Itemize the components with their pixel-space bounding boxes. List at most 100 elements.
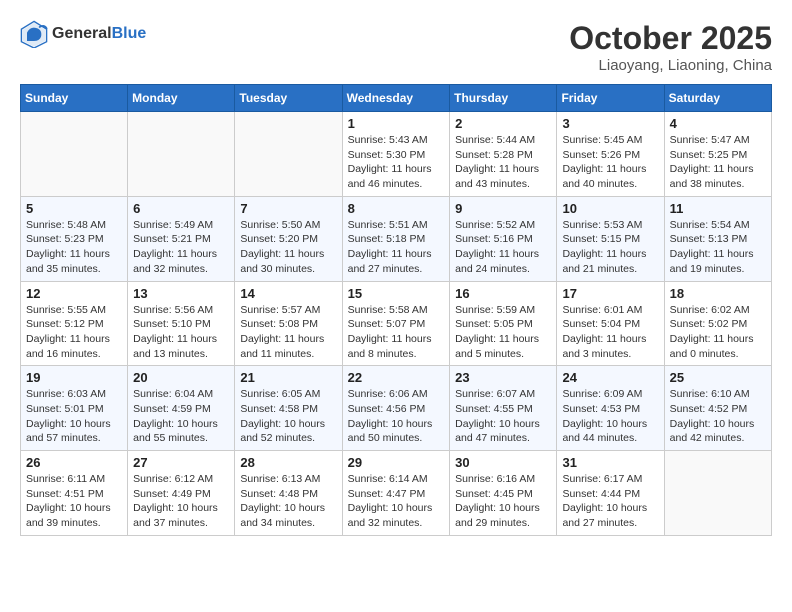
calendar-cell: 14Sunrise: 5:57 AM Sunset: 5:08 PM Dayli… [235,281,342,366]
day-info: Sunrise: 6:02 AM Sunset: 5:02 PM Dayligh… [670,303,766,362]
calendar-cell: 19 Sunrise: 6:03 AM Sunset: 5:01 PM Dayli… [21,366,128,451]
logo-icon [20,20,48,48]
day-info: Sunrise: 6:04 AM Sunset: 4:59 PM Dayligh… [133,387,229,446]
logo: GeneralBlue [20,20,146,48]
day-info: Sunrise: 5:44 AM Sunset: 5:28 PM Dayligh… [455,133,551,192]
day-number: 22 [348,370,445,385]
calendar-cell: 13 Sunrise: 5:56 AM Sunset: 5:10 PM Dayli… [128,281,235,366]
calendar-cell: 22 Sunrise: 6:06 AM Sunset: 4:56 PM Dayli… [342,366,450,451]
day-number: 5 [26,201,122,216]
calendar-cell: 16 Sunrise: 5:59 AM Sunset: 5:05 PM Dayli… [450,281,557,366]
day-info: Sunrise: 5:50 AM Sunset: 5:20 PM Dayligh… [240,218,336,277]
calendar-cell: 30 Sunrise: 6:16 AM Sunset: 4:45 PM Dayli… [450,451,557,536]
day-number: 21 [240,370,336,385]
calendar-cell: 18 Sunrise: 6:02 AM Sunset: 5:02 PM Dayli… [664,281,771,366]
day-info: Sunrise: 5:54 AM Sunset: 5:13 PM Dayligh… [670,218,766,277]
month-title: October 2025 [569,20,772,57]
calendar-cell: 23Sunrise: 6:07 AM Sunset: 4:55 PM Dayli… [450,366,557,451]
calendar-cell: 25 Sunrise: 6:10 AM Sunset: 4:52 PM Dayli… [664,366,771,451]
day-info: Sunrise: 5:45 AM Sunset: 5:26 PM Dayligh… [562,133,658,192]
day-number: 17 [562,286,658,301]
day-of-week-header: Saturday [664,85,771,112]
day-info: Sunrise: 6:03 AM Sunset: 5:01 PM Dayligh… [26,387,122,446]
day-number: 11 [670,201,766,216]
location: Liaoyang, Liaoning, China [569,57,772,74]
day-number: 13 [133,286,229,301]
calendar-header-row: SundayMondayTuesdayWednesdayThursdayFrid… [21,85,772,112]
day-number: 18 [670,286,766,301]
day-number: 2 [455,116,551,131]
logo-text: GeneralBlue [52,25,146,43]
calendar-cell: 17 Sunrise: 6:01 AM Sunset: 5:04 PM Dayli… [557,281,664,366]
day-number: 15 [348,286,445,301]
day-info: Sunrise: 6:17 AM Sunset: 4:44 PM Dayligh… [562,472,658,531]
day-info: Sunrise: 6:11 AM Sunset: 4:51 PM Dayligh… [26,472,122,531]
day-of-week-header: Monday [128,85,235,112]
day-info: Sunrise: 5:47 AM Sunset: 5:25 PM Dayligh… [670,133,766,192]
day-number: 19 [26,370,122,385]
calendar-cell [21,112,128,197]
day-number: 25 [670,370,766,385]
day-info: Sunrise: 5:55 AM Sunset: 5:12 PM Dayligh… [26,303,122,362]
day-number: 24 [562,370,658,385]
day-info: Sunrise: 6:13 AM Sunset: 4:48 PM Dayligh… [240,472,336,531]
calendar-cell: 8 Sunrise: 5:51 AM Sunset: 5:18 PM Daylig… [342,196,450,281]
calendar-cell: 9 Sunrise: 5:52 AM Sunset: 5:16 PM Daylig… [450,196,557,281]
calendar-cell: 1 Sunrise: 5:43 AM Sunset: 5:30 PM Daylig… [342,112,450,197]
day-number: 27 [133,455,229,470]
day-number: 8 [348,201,445,216]
day-of-week-header: Tuesday [235,85,342,112]
day-info: Sunrise: 6:12 AM Sunset: 4:49 PM Dayligh… [133,472,229,531]
day-of-week-header: Wednesday [342,85,450,112]
day-info: Sunrise: 5:59 AM Sunset: 5:05 PM Dayligh… [455,303,551,362]
day-info: Sunrise: 5:49 AM Sunset: 5:21 PM Dayligh… [133,218,229,277]
day-number: 6 [133,201,229,216]
day-info: Sunrise: 6:06 AM Sunset: 4:56 PM Dayligh… [348,387,445,446]
day-number: 14 [240,286,336,301]
calendar-cell: 6 Sunrise: 5:49 AM Sunset: 5:21 PM Daylig… [128,196,235,281]
calendar-cell: 12 Sunrise: 5:55 AM Sunset: 5:12 PM Dayli… [21,281,128,366]
calendar-cell: 29 Sunrise: 6:14 AM Sunset: 4:47 PM Dayli… [342,451,450,536]
calendar-cell: 10 Sunrise: 5:53 AM Sunset: 5:15 PM Dayli… [557,196,664,281]
day-of-week-header: Friday [557,85,664,112]
day-info: Sunrise: 5:53 AM Sunset: 5:15 PM Dayligh… [562,218,658,277]
calendar-week-row: 26 Sunrise: 6:11 AM Sunset: 4:51 PM Dayli… [21,451,772,536]
day-number: 1 [348,116,445,131]
day-number: 23 [455,370,551,385]
day-number: 7 [240,201,336,216]
day-info: Sunrise: 5:43 AM Sunset: 5:30 PM Dayligh… [348,133,445,192]
calendar-cell: 20Sunrise: 6:04 AM Sunset: 4:59 PM Dayli… [128,366,235,451]
calendar-cell: 7 Sunrise: 5:50 AM Sunset: 5:20 PM Daylig… [235,196,342,281]
title-block: October 2025 Liaoyang, Liaoning, China [569,20,772,74]
day-number: 31 [562,455,658,470]
calendar-cell: 26 Sunrise: 6:11 AM Sunset: 4:51 PM Dayli… [21,451,128,536]
calendar-week-row: 1 Sunrise: 5:43 AM Sunset: 5:30 PM Daylig… [21,112,772,197]
calendar-cell: 31 Sunrise: 6:17 AM Sunset: 4:44 PM Dayli… [557,451,664,536]
calendar-cell: 28Sunrise: 6:13 AM Sunset: 4:48 PM Dayli… [235,451,342,536]
day-info: Sunrise: 6:10 AM Sunset: 4:52 PM Dayligh… [670,387,766,446]
day-info: Sunrise: 5:52 AM Sunset: 5:16 PM Dayligh… [455,218,551,277]
day-number: 29 [348,455,445,470]
day-number: 12 [26,286,122,301]
calendar-cell: 5Sunrise: 5:48 AM Sunset: 5:23 PM Daylig… [21,196,128,281]
calendar-cell [664,451,771,536]
day-info: Sunrise: 6:01 AM Sunset: 5:04 PM Dayligh… [562,303,658,362]
day-number: 26 [26,455,122,470]
calendar-cell: 24Sunrise: 6:09 AM Sunset: 4:53 PM Dayli… [557,366,664,451]
day-number: 9 [455,201,551,216]
day-number: 10 [562,201,658,216]
day-number: 30 [455,455,551,470]
calendar-cell: 2 Sunrise: 5:44 AM Sunset: 5:28 PM Daylig… [450,112,557,197]
day-info: Sunrise: 5:51 AM Sunset: 5:18 PM Dayligh… [348,218,445,277]
calendar-week-row: 12 Sunrise: 5:55 AM Sunset: 5:12 PM Dayli… [21,281,772,366]
calendar-cell: 27 Sunrise: 6:12 AM Sunset: 4:49 PM Dayli… [128,451,235,536]
day-info: Sunrise: 6:16 AM Sunset: 4:45 PM Dayligh… [455,472,551,531]
day-number: 16 [455,286,551,301]
day-info: Sunrise: 6:14 AM Sunset: 4:47 PM Dayligh… [348,472,445,531]
calendar-cell: 3Sunrise: 5:45 AM Sunset: 5:26 PM Daylig… [557,112,664,197]
day-info: Sunrise: 5:56 AM Sunset: 5:10 PM Dayligh… [133,303,229,362]
calendar-week-row: 19 Sunrise: 6:03 AM Sunset: 5:01 PM Dayli… [21,366,772,451]
calendar-cell: 11 Sunrise: 5:54 AM Sunset: 5:13 PM Dayli… [664,196,771,281]
calendar-table: SundayMondayTuesdayWednesdayThursdayFrid… [20,84,772,536]
page-header: GeneralBlue October 2025 Liaoyang, Liaon… [20,20,772,74]
